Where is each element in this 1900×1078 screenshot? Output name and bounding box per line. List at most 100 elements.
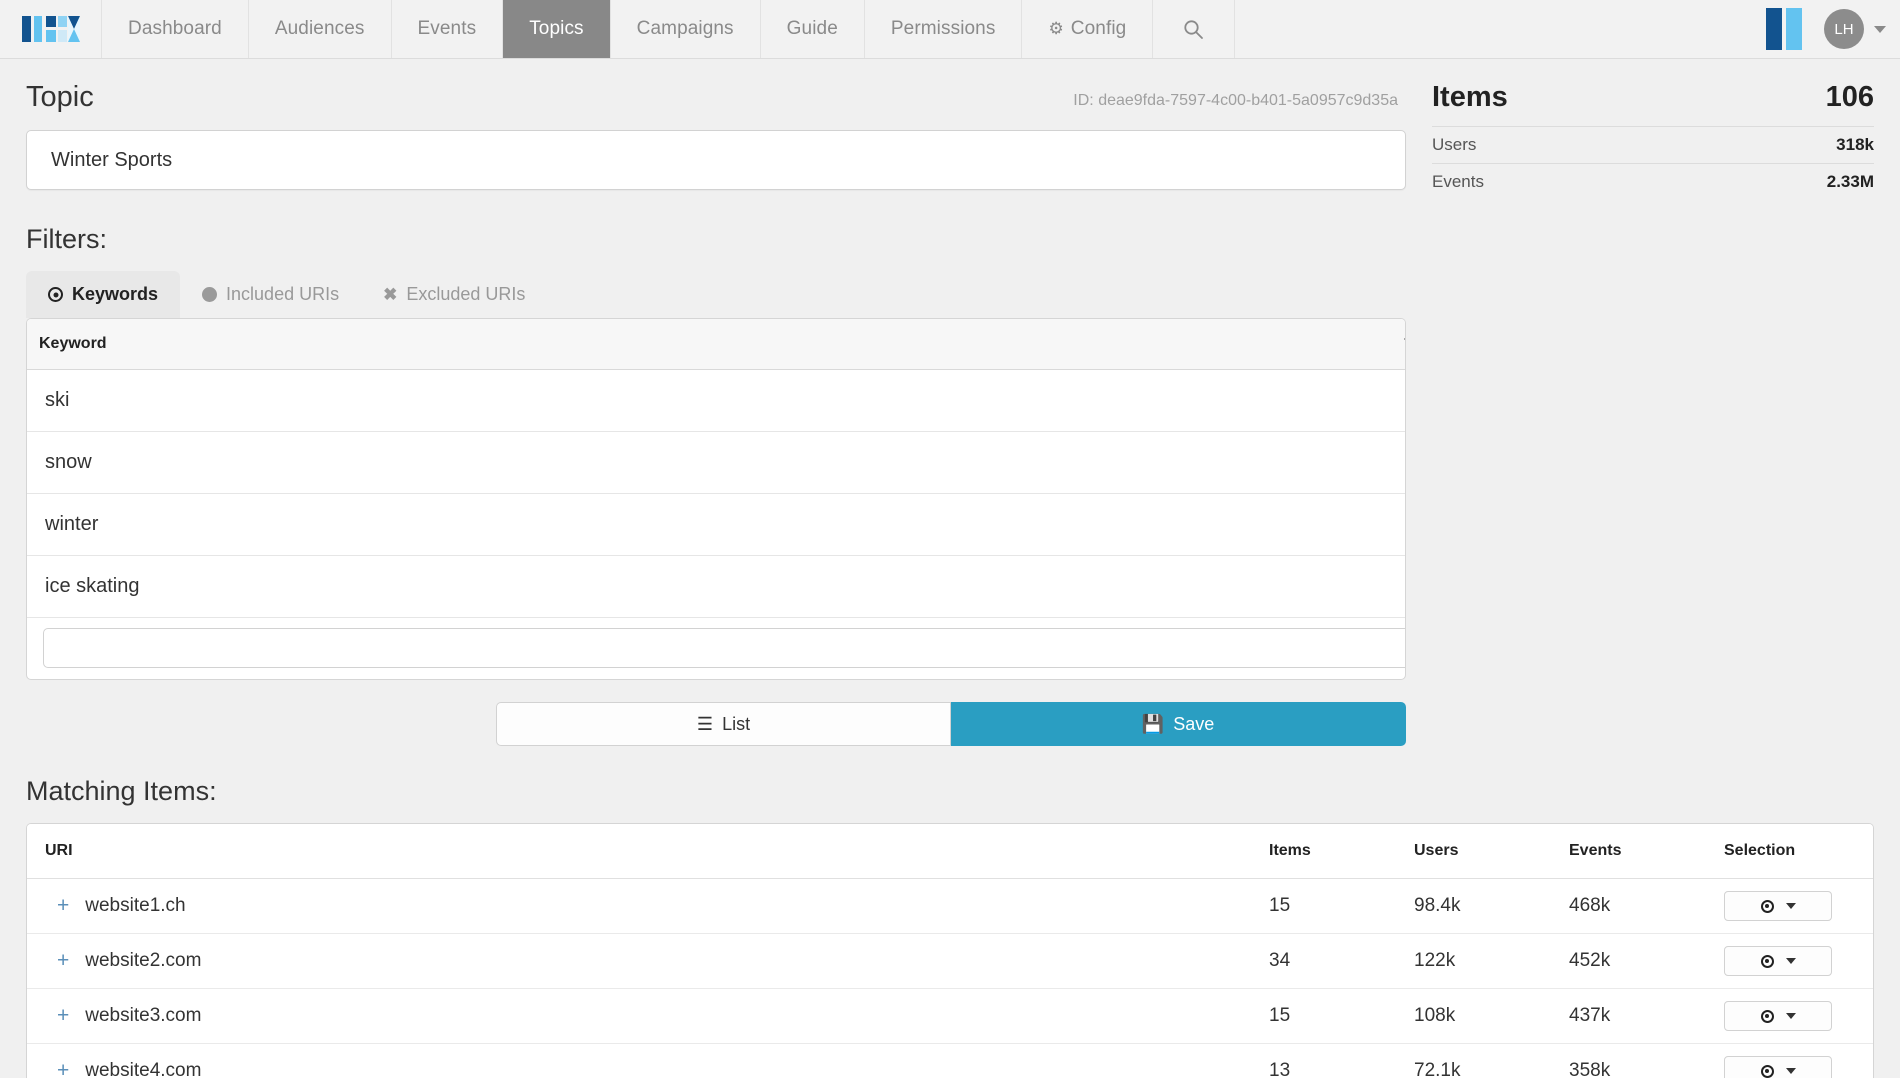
topic-id: ID: deae9fda-7597-4c00-b401-5a0957c9d35a <box>1073 92 1398 109</box>
nav-item-events[interactable]: Events <box>392 0 504 58</box>
tab-label: Keywords <box>72 284 159 304</box>
filters-heading: Filters: <box>26 224 107 254</box>
items-cell: 15 <box>1257 988 1402 1044</box>
chevron-down-icon[interactable] <box>1874 25 1886 33</box>
main-column: Topic ID: deae9fda-7597-4c00-b401-5a0957… <box>0 59 1874 1078</box>
column-label: Keyword <box>39 334 107 352</box>
uri-label: website2.com <box>85 950 202 971</box>
stat-row-users: Users 318k <box>1432 126 1874 163</box>
uri-cell: + website4.com <box>27 1043 1257 1078</box>
avatar-initials: LH <box>1834 20 1854 38</box>
nav-item-config[interactable]: ⚙ Config <box>1022 0 1154 58</box>
nav-label: Campaigns <box>636 18 734 39</box>
new-keyword-cell <box>27 617 1405 679</box>
logo-icon <box>21 16 80 42</box>
page-title: Topic <box>26 81 94 113</box>
expand-row-icon[interactable]: + <box>57 894 69 918</box>
nav-label: Permissions <box>890 18 996 39</box>
table-row: winter + 70 307k 1.55M 🗑 <box>27 493 1405 556</box>
save-label: Save <box>1173 713 1215 734</box>
stat-label: Users <box>1432 135 1477 154</box>
search-button[interactable] <box>1153 0 1236 58</box>
uri-label: website1.ch <box>85 895 186 916</box>
top-navbar: Dashboard Audiences Events Topics Campai… <box>0 0 1900 59</box>
app-logo[interactable] <box>0 0 102 58</box>
bullseye-icon <box>1760 1064 1774 1078</box>
stats-title: Items <box>1432 81 1508 113</box>
filter-tabs: Keywords Included URIs ✖ Excluded URIs <box>0 255 1432 318</box>
items-cell: 15 <box>1257 878 1402 934</box>
matching-items-heading: Matching Items: <box>26 776 217 806</box>
keywords-table: Keyword ⇅ Impact ⇅ Items ⇅ Users <box>27 319 1405 679</box>
bullseye-icon <box>48 287 63 302</box>
items-cell: 13 <box>1257 1043 1402 1078</box>
stats-panel: Items 106 Users 318k Events 2.33M <box>1432 59 1900 1078</box>
filled-circle-icon <box>202 287 218 302</box>
nav-item-dashboard[interactable]: Dashboard <box>102 0 249 58</box>
table-header-row: Keyword ⇅ Impact ⇅ Items ⇅ Users <box>27 319 1405 370</box>
brand-bar-light <box>1786 8 1802 50</box>
nav-items: Dashboard Audiences Events Topics Campai… <box>102 0 1236 58</box>
sort-icon: ⇅ <box>1404 335 1405 348</box>
keywords-table-body: ski + 50 140k 1.19M 🗑 snow + 44 232k 1.1… <box>27 369 1405 679</box>
uri-label: website3.com <box>85 1005 202 1026</box>
uri-cell: + website2.com <box>27 933 1257 989</box>
stats-total: 106 <box>1825 81 1874 113</box>
tab-included-uris[interactable]: Included URIs <box>180 271 361 318</box>
keyword-cell[interactable]: ski <box>27 369 1405 432</box>
add-keyword-row: + <box>27 617 1405 679</box>
action-buttons: ☰ List 💾 Save <box>26 702 1406 746</box>
new-keyword-input[interactable] <box>43 628 1405 669</box>
keyword-cell[interactable]: ice skating <box>27 555 1405 618</box>
stat-label: Events <box>1432 172 1484 191</box>
nav-label: Config <box>1070 18 1127 39</box>
table-row: snow + 44 232k 1.14M 🗑 <box>27 431 1405 494</box>
nav-label: Dashboard <box>128 18 222 39</box>
x-icon: ✖ <box>383 285 398 304</box>
brand-bar-dark <box>1766 8 1782 50</box>
list-label: List <box>722 713 751 734</box>
uri-cell: + website3.com <box>27 988 1257 1044</box>
bullseye-icon <box>1760 1009 1774 1023</box>
list-icon: ☰ <box>696 713 714 734</box>
uri-cell: + website1.ch <box>27 878 1257 934</box>
nav-item-audiences[interactable]: Audiences <box>249 0 392 58</box>
keyword-cell[interactable]: winter <box>27 493 1405 556</box>
nav-item-guide[interactable]: Guide <box>761 0 865 58</box>
save-button[interactable]: 💾 Save <box>951 702 1406 746</box>
stat-value: 318k <box>1836 135 1874 154</box>
tab-keywords[interactable]: Keywords <box>26 271 181 318</box>
expand-row-icon[interactable]: + <box>57 949 69 973</box>
nav-item-campaigns[interactable]: Campaigns <box>611 0 761 58</box>
table-row: ski + 50 140k 1.19M 🗑 <box>27 369 1405 432</box>
nav-label: Events <box>417 18 477 39</box>
keyword-cell[interactable]: snow <box>27 431 1405 494</box>
tab-label: Excluded URIs <box>406 284 526 304</box>
nav-item-topics[interactable]: Topics <box>503 0 611 58</box>
avatar[interactable]: LH <box>1824 9 1864 49</box>
nav-item-permissions[interactable]: Permissions <box>865 0 1023 58</box>
nav-label: Audiences <box>274 18 365 39</box>
tab-excluded-uris[interactable]: ✖ Excluded URIs <box>361 271 547 318</box>
column-header-keyword[interactable]: Keyword ⇅ <box>27 319 1405 370</box>
nav-right-cluster: LH <box>1766 0 1900 58</box>
stat-row-events: Events 2.33M <box>1432 163 1874 200</box>
topic-name-input[interactable]: Winter Sports <box>26 130 1406 190</box>
stat-value: 2.33M <box>1826 172 1874 191</box>
list-button[interactable]: ☰ List <box>496 702 951 746</box>
page-body: Topic ID: deae9fda-7597-4c00-b401-5a0957… <box>0 59 1900 1078</box>
nav-label: Topics <box>529 18 584 39</box>
stats-title-row: Items 106 <box>1432 81 1874 126</box>
topic-header: Topic ID: deae9fda-7597-4c00-b401-5a0957… <box>0 59 1432 114</box>
topic-name-value: Winter Sports <box>51 148 173 171</box>
column-header-items: Items <box>1257 824 1402 879</box>
gear-icon: ⚙ <box>1048 19 1064 38</box>
expand-row-icon[interactable]: + <box>57 1004 69 1028</box>
uri-label: website4.com <box>85 1060 202 1078</box>
keywords-panel: Keyword ⇅ Impact ⇅ Items ⇅ Users <box>26 318 1406 680</box>
search-icon <box>1184 19 1204 39</box>
expand-row-icon[interactable]: + <box>57 1059 69 1078</box>
column-header-uri: URI <box>27 824 1257 879</box>
table-row: ice skating + 30 88.0k 634k 🗑 <box>27 555 1405 618</box>
items-cell: 34 <box>1257 933 1402 989</box>
